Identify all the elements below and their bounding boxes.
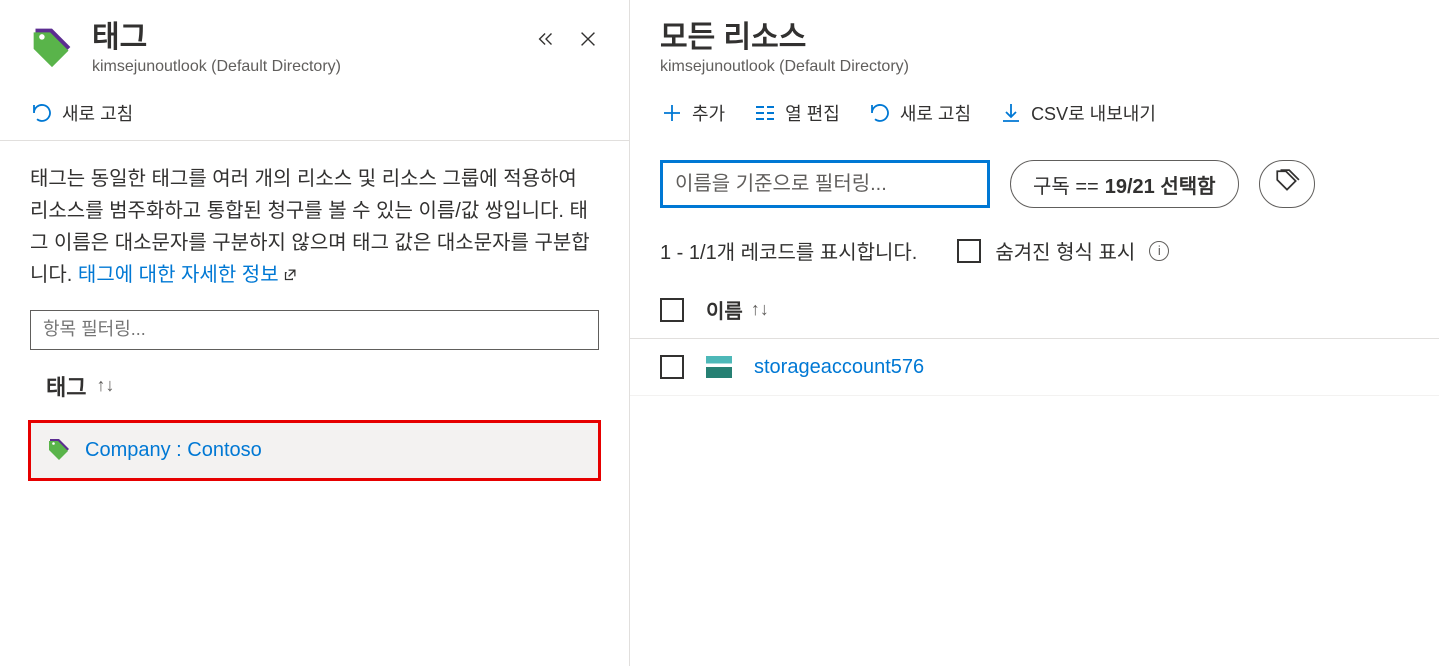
tags-panel-header: 태그 kimsejunoutlook (Default Directory): [0, 0, 629, 86]
resources-table-header: 이름 ↑↓: [630, 281, 1439, 339]
close-icon[interactable]: [577, 28, 599, 53]
export-csv-label: CSV로 내보내기: [1031, 100, 1156, 126]
tags-description: 태그는 동일한 태그를 여러 개의 리소스 및 리소스 그룹에 적용하여 리소스…: [0, 141, 629, 310]
resources-filter-row: 구독 == 19/21 선택함: [630, 140, 1439, 220]
resources-panel-header: 모든 리소스 kimsejunoutlook (Default Director…: [630, 0, 1439, 86]
select-all-checkbox[interactable]: [660, 298, 684, 322]
tag-filter-input[interactable]: [30, 310, 599, 350]
show-hidden-checkbox[interactable]: [957, 239, 981, 263]
add-button[interactable]: 추가: [660, 100, 725, 126]
subscription-filter-pill[interactable]: 구독 == 19/21 선택함: [1010, 160, 1239, 208]
sort-icon: ↑↓: [96, 375, 114, 396]
show-hidden-label: 숨겨진 형식 표시: [995, 236, 1135, 265]
add-label: 추가: [692, 100, 725, 126]
row-checkbox[interactable]: [660, 355, 684, 379]
export-csv-button[interactable]: CSV로 내보내기: [999, 100, 1156, 126]
storage-account-icon: [706, 356, 732, 378]
refresh-button[interactable]: 새로 고침: [868, 100, 971, 126]
resources-panel: 모든 리소스 kimsejunoutlook (Default Director…: [630, 0, 1439, 666]
edit-columns-label: 열 편집: [785, 100, 840, 126]
records-info-row: 1 - 1/1개 레코드를 표시합니다. 숨겨진 형식 표시 i: [630, 220, 1439, 281]
resources-title: 모든 리소스: [660, 20, 1409, 56]
collapse-icon[interactable]: [535, 28, 557, 53]
tags-subtitle: kimsejunoutlook (Default Directory): [92, 58, 535, 76]
tag-item-label: Company : Contoso: [85, 439, 262, 462]
resource-name-link[interactable]: storageaccount576: [754, 356, 924, 379]
resource-row[interactable]: storageaccount576: [630, 339, 1439, 396]
tags-panel: 태그 kimsejunoutlook (Default Directory) 새…: [0, 0, 630, 666]
refresh-label: 새로 고침: [62, 100, 133, 126]
tag-filter-pill[interactable]: [1259, 160, 1315, 208]
external-link-icon: [283, 265, 298, 287]
resources-subtitle: kimsejunoutlook (Default Directory): [660, 58, 1409, 76]
tags-learn-more-link[interactable]: 태그에 대한 자세한 정보: [78, 264, 298, 286]
tags-title: 태그: [92, 20, 535, 56]
refresh-label: 새로 고침: [900, 100, 971, 126]
refresh-button[interactable]: 새로 고침: [30, 100, 133, 126]
info-icon[interactable]: i: [1149, 241, 1169, 261]
tag-icon: [47, 437, 71, 464]
resources-toolbar: 추가 열 편집 새로 고침 CSV로 내보내기: [630, 86, 1439, 140]
tag-icon: [30, 25, 74, 72]
tag-item-company-contoso[interactable]: Company : Contoso: [28, 420, 601, 481]
tags-toolbar: 새로 고침: [0, 86, 629, 141]
tags-icon: [1274, 168, 1300, 200]
name-filter-input[interactable]: [660, 160, 990, 208]
tag-column-header[interactable]: 태그 ↑↓: [0, 370, 629, 420]
edit-columns-button[interactable]: 열 편집: [753, 100, 840, 126]
records-count: 1 - 1/1개 레코드를 표시합니다.: [660, 236, 917, 265]
column-name-header[interactable]: 이름 ↑↓: [706, 295, 769, 324]
sort-icon: ↑↓: [751, 299, 769, 320]
